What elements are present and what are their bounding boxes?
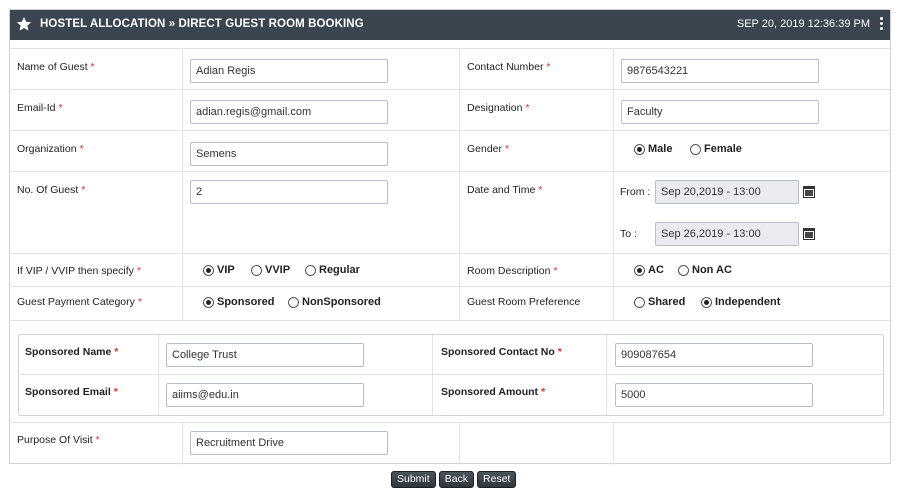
to-label: To : bbox=[620, 228, 637, 240]
star-icon bbox=[16, 17, 32, 31]
sponsor-row-2: Sponsored Email * Sponsored Amount * bbox=[19, 375, 883, 415]
sponsored-name-input[interactable] bbox=[166, 343, 364, 367]
form-row-payment: Guest Payment Category * Sponsored NonSp… bbox=[10, 286, 890, 320]
sponsored-contact-input[interactable] bbox=[615, 343, 813, 367]
sponsored-amount-label: Sponsored Amount * bbox=[441, 386, 546, 398]
purpose-label: Purpose Of Visit * bbox=[17, 434, 100, 446]
sponsor-row-1: Sponsored Name * Sponsored Contact No * bbox=[19, 335, 883, 375]
room-description-label: Room Description * bbox=[467, 265, 558, 277]
independent-radio[interactable]: Independent bbox=[701, 296, 780, 308]
contact-number-input[interactable] bbox=[621, 59, 819, 83]
form-actions: Submit Back Reset bbox=[391, 471, 517, 488]
sponsor-details-box: Sponsored Name * Sponsored Contact No * … bbox=[18, 334, 884, 416]
organization-input[interactable] bbox=[190, 142, 388, 166]
vvip-radio[interactable]: VVIP bbox=[251, 264, 290, 276]
vip-radio[interactable]: VIP bbox=[203, 264, 235, 276]
panel-header: HOSTEL ALLOCATION » DIRECT GUEST ROOM BO… bbox=[10, 10, 890, 40]
from-date-input[interactable] bbox=[655, 180, 799, 204]
from-label: From : bbox=[620, 186, 651, 198]
ac-radio[interactable]: AC bbox=[634, 264, 664, 276]
page-title: HOSTEL ALLOCATION » DIRECT GUEST ROOM BO… bbox=[40, 18, 364, 30]
booking-panel: HOSTEL ALLOCATION » DIRECT GUEST ROOM BO… bbox=[9, 9, 891, 465]
shared-radio[interactable]: Shared bbox=[634, 296, 685, 308]
non-sponsored-radio[interactable]: NonSponsored bbox=[288, 296, 381, 308]
sponsored-email-input[interactable] bbox=[166, 383, 364, 407]
non-ac-radio[interactable]: Non AC bbox=[678, 264, 732, 276]
email-label: Email-Id * bbox=[17, 102, 63, 114]
calendar-icon[interactable] bbox=[803, 228, 815, 240]
no-of-guest-label: No. Of Guest * bbox=[17, 184, 86, 196]
designation-label: Designation * bbox=[467, 102, 530, 114]
form-row-vip: If VIP / VVIP then specify * VIP VVIP Re… bbox=[10, 253, 890, 286]
organization-label: Organization * bbox=[17, 143, 84, 155]
gender-label: Gender * bbox=[467, 143, 510, 155]
reset-button[interactable]: Reset bbox=[477, 471, 517, 488]
regular-radio[interactable]: Regular bbox=[305, 264, 360, 276]
more-options-icon[interactable] bbox=[880, 17, 884, 33]
vip-label: If VIP / VVIP then specify * bbox=[17, 265, 141, 277]
calendar-icon[interactable] bbox=[803, 186, 815, 198]
sponsored-amount-input[interactable] bbox=[615, 383, 813, 407]
form-row-email: Email-Id * Designation * bbox=[10, 89, 890, 130]
form-row-name: Name of Guest * Contact Number * bbox=[10, 48, 890, 89]
date-time-label: Date and Time * bbox=[467, 184, 543, 196]
sponsored-name-label: Sponsored Name * bbox=[25, 346, 119, 358]
email-input[interactable] bbox=[190, 100, 388, 124]
guest-name-input[interactable] bbox=[190, 59, 388, 83]
sponsored-radio[interactable]: Sponsored bbox=[203, 296, 274, 308]
form-row-guests: No. Of Guest * Date and Time * From : To… bbox=[10, 171, 890, 253]
sponsored-contact-label: Sponsored Contact No * bbox=[441, 346, 562, 358]
designation-input[interactable] bbox=[621, 100, 819, 124]
gender-female-radio[interactable]: Female bbox=[690, 143, 742, 155]
to-date-input[interactable] bbox=[655, 222, 799, 246]
no-of-guest-input[interactable] bbox=[190, 180, 388, 204]
header-datetime: SEP 20, 2019 12:36:39 PM bbox=[736, 18, 870, 30]
room-preference-label: Guest Room Preference bbox=[467, 296, 581, 308]
gender-male-radio[interactable]: Male bbox=[634, 143, 672, 155]
form-row-organization: Organization * Gender * Male Female bbox=[10, 130, 890, 171]
name-label: Name of Guest * bbox=[17, 61, 95, 73]
contact-label: Contact Number * bbox=[467, 61, 551, 73]
sponsored-email-label: Sponsored Email * bbox=[25, 386, 118, 398]
payment-category-label: Guest Payment Category * bbox=[17, 296, 142, 308]
submit-button[interactable]: Submit bbox=[391, 471, 436, 488]
back-button[interactable]: Back bbox=[438, 471, 475, 488]
purpose-input[interactable] bbox=[190, 431, 388, 455]
form-row-purpose: Purpose Of Visit * bbox=[10, 422, 890, 465]
